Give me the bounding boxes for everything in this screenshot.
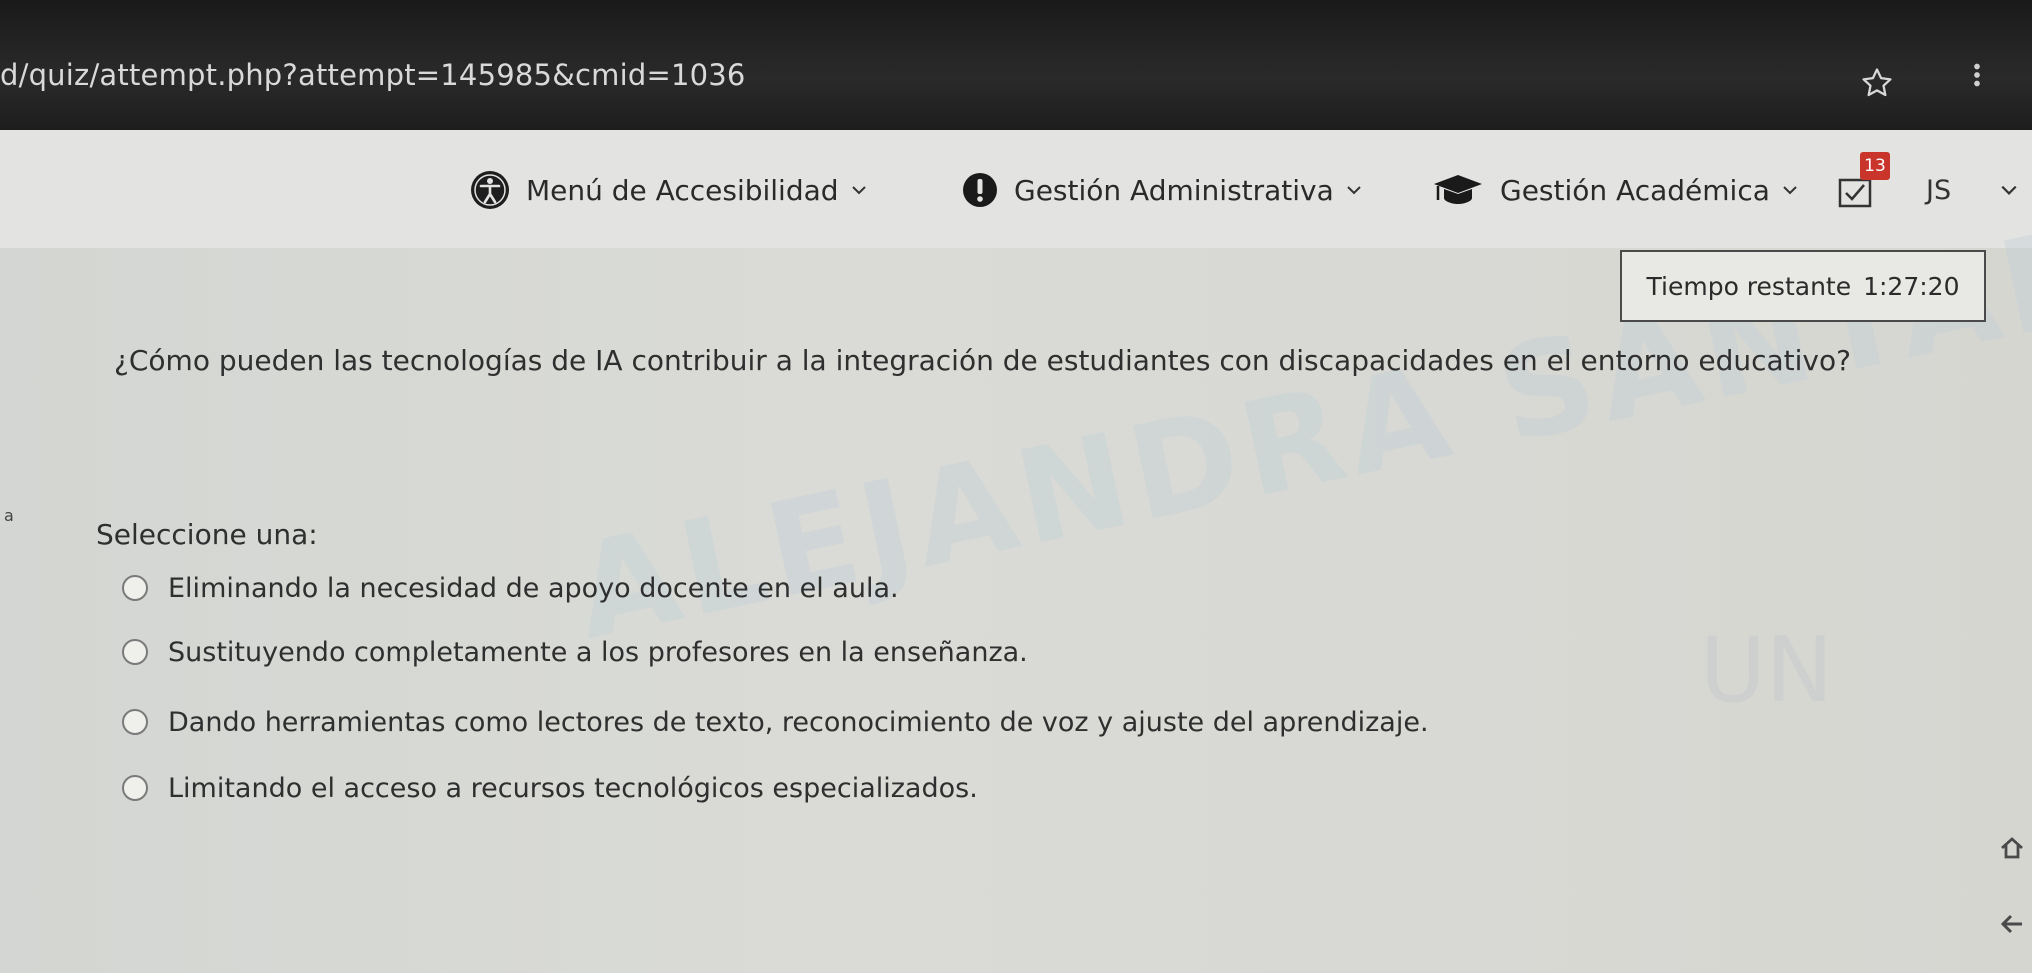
site-navbar: Menú de Accesibilidad Gestión Administra… xyxy=(0,130,2032,248)
radio-button[interactable] xyxy=(122,709,148,735)
answer-option[interactable]: Dando herramientas como lectores de text… xyxy=(122,702,1429,742)
watermark-right: UN xyxy=(1700,618,1834,723)
user-menu[interactable]: JS xyxy=(1926,170,1951,210)
star-icon[interactable] xyxy=(1860,66,1894,100)
nav-accessibility-label: Menú de Accesibilidad xyxy=(526,173,839,207)
chevron-down-icon[interactable] xyxy=(2000,184,2018,196)
home-icon xyxy=(2001,837,2023,859)
alert-icon xyxy=(963,173,997,207)
accessibility-icon xyxy=(471,171,509,209)
nav-academic-label: Gestión Académica xyxy=(1500,173,1770,207)
chevron-down-icon xyxy=(1347,186,1361,195)
nav-accessibility-menu[interactable]: Menú de Accesibilidad xyxy=(470,170,867,210)
notification-badge: 13 xyxy=(1860,152,1890,180)
side-mark: a xyxy=(4,506,14,525)
question-text: ¿Cómo pueden las tecnologías de IA contr… xyxy=(114,344,1851,377)
select-one-label: Seleccione una: xyxy=(96,518,318,551)
quiz-content: ALEJANDRA SANTANA UN Tiempo restante 1:2… xyxy=(0,171,2032,973)
arrow-left-icon xyxy=(2000,914,2022,934)
graduation-cap-icon xyxy=(1434,175,1482,204)
radio-button[interactable] xyxy=(122,639,148,665)
url-text[interactable]: d/quiz/attempt.php?attempt=145985&cmid=1… xyxy=(0,58,746,92)
option-text: Eliminando la necesidad de apoyo docente… xyxy=(168,572,899,604)
home-button[interactable] xyxy=(1992,828,2032,868)
chevron-down-icon xyxy=(851,186,866,195)
timer-value: 1:27:20 xyxy=(1863,271,1960,301)
option-text: Sustituyendo completamente a los profeso… xyxy=(168,636,1028,668)
radio-button[interactable] xyxy=(122,775,148,801)
back-button[interactable] xyxy=(1992,904,2032,944)
time-remaining-box: Tiempo restante 1:27:20 xyxy=(1620,250,1986,322)
nav-administrative[interactable]: Gestión Administrativa xyxy=(962,170,1362,210)
nav-academic[interactable]: Gestión Académica xyxy=(1432,170,1798,210)
option-text: Limitando el acceso a recursos tecnológi… xyxy=(168,772,978,804)
chevron-down-icon xyxy=(1783,186,1797,195)
option-text: Dando herramientas como lectores de text… xyxy=(168,706,1429,738)
extension-icon[interactable] xyxy=(1968,58,1986,92)
answer-option[interactable]: Eliminando la necesidad de apoyo docente… xyxy=(122,568,899,608)
timer-label: Tiempo restante xyxy=(1646,271,1852,301)
answer-option[interactable]: Sustituyendo completamente a los profeso… xyxy=(122,632,1028,672)
radio-button[interactable] xyxy=(122,575,148,601)
answer-option[interactable]: Limitando el acceso a recursos tecnológi… xyxy=(122,768,978,808)
nav-administrative-label: Gestión Administrativa xyxy=(1014,173,1334,207)
browser-url-bar: d/quiz/attempt.php?attempt=145985&cmid=1… xyxy=(0,0,2032,130)
